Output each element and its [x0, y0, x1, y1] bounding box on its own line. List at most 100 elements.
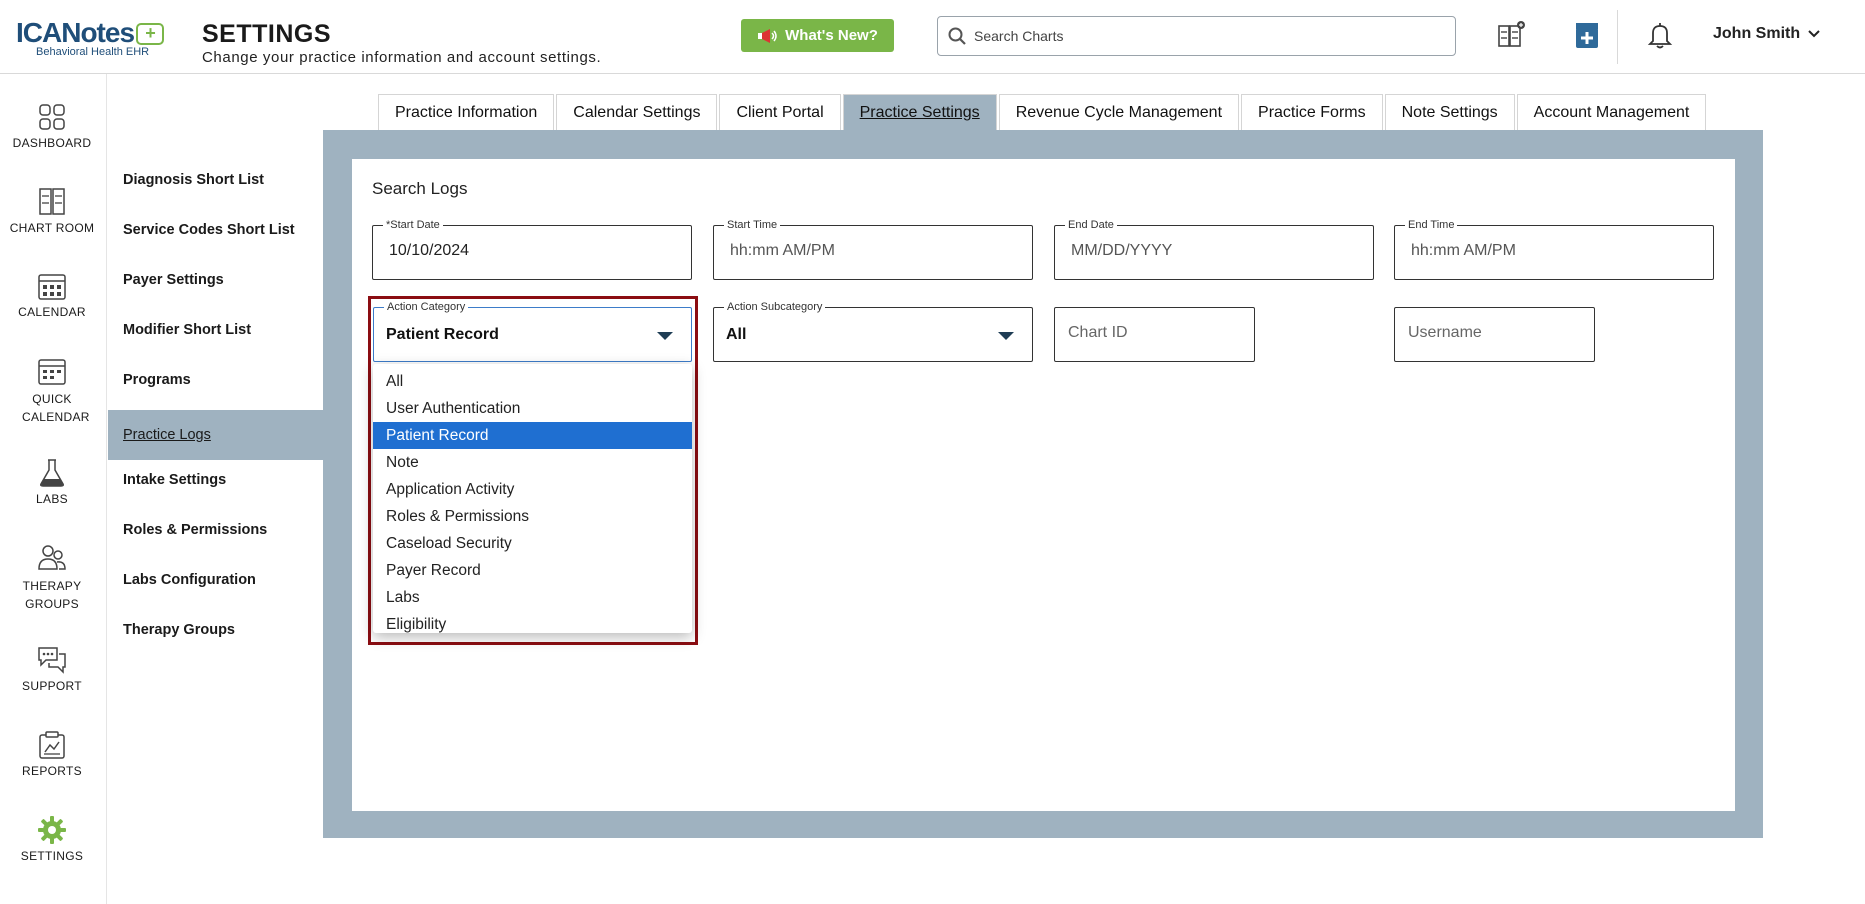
nav-reports[interactable]: REPORTS [0, 730, 104, 778]
nav-therapy-groups[interactable]: THERAPY GROUPS [0, 543, 104, 613]
username-input[interactable] [1408, 324, 1578, 342]
submenu-intake-settings[interactable]: Intake Settings [108, 455, 323, 505]
option-patient-record[interactable]: Patient Record [373, 422, 692, 449]
submenu-practice-logs[interactable]: Practice Logs [108, 410, 323, 460]
submenu-therapy-groups[interactable]: Therapy Groups [108, 605, 323, 655]
action-category-value: Patient Record [386, 326, 499, 343]
calendar-icon [38, 274, 66, 300]
end-time-input[interactable] [1411, 242, 1682, 260]
submenu-programs[interactable]: Programs [108, 355, 323, 405]
whats-new-button[interactable]: What's New? [741, 19, 894, 52]
logo-plus-icon: + [136, 23, 165, 45]
option-all[interactable]: All [373, 368, 692, 395]
option-roles-permissions[interactable]: Roles & Permissions [373, 503, 692, 530]
chart-id-input[interactable] [1068, 324, 1238, 342]
nav-support[interactable]: SUPPORT [0, 645, 104, 693]
whats-new-label: What's New? [785, 27, 878, 44]
start-date-input[interactable] [389, 242, 660, 260]
end-date-input[interactable] [1071, 242, 1342, 260]
app-header: ICANotes + Behavioral Health EHR SETTINGS… [0, 0, 1865, 74]
page-subtitle: Change your practice information and acc… [202, 49, 602, 66]
bell-icon[interactable] [1643, 18, 1677, 52]
submenu-service-codes-short-list[interactable]: Service Codes Short List [108, 205, 323, 255]
submenu-diagnosis-short-list[interactable]: Diagnosis Short List [108, 155, 323, 205]
tab-revenue-cycle-management[interactable]: Revenue Cycle Management [998, 94, 1240, 130]
start-time-input[interactable] [730, 242, 1001, 260]
search-charts-box[interactable] [937, 16, 1456, 56]
user-name: John Smith [1713, 25, 1801, 42]
group-icon [38, 545, 66, 570]
tab-client-portal[interactable]: Client Portal [719, 94, 841, 130]
search-charts-input[interactable] [974, 28, 1434, 44]
nav-label: THERAPY GROUPS [22, 579, 82, 611]
settings-tabs: Practice Information Calendar Settings C… [378, 94, 1708, 130]
megaphone-icon [758, 28, 777, 43]
end-time-field[interactable]: End Time [1394, 219, 1714, 280]
dashboard-icon [39, 104, 65, 130]
option-user-authentication[interactable]: User Authentication [373, 395, 692, 422]
tab-practice-forms[interactable]: Practice Forms [1241, 94, 1383, 130]
nav-dashboard[interactable]: DASHBOARD [0, 102, 104, 150]
app-logo[interactable]: ICANotes + Behavioral Health EHR [16, 18, 176, 60]
nav-quick-calendar[interactable]: QUICK CALENDAR [0, 356, 104, 426]
start-time-field[interactable]: Start Time [713, 219, 1033, 280]
chart-room-icon [39, 188, 65, 215]
option-labs[interactable]: Labs [373, 584, 692, 611]
page-title: SETTINGS [202, 20, 332, 48]
nav-label: QUICK CALENDAR [22, 392, 90, 424]
nav-label: CHART ROOM [9, 221, 95, 235]
start-date-field[interactable]: *Start Date [372, 219, 692, 280]
option-eligibility[interactable]: Eligibility [373, 611, 692, 638]
tab-account-management[interactable]: Account Management [1516, 94, 1707, 130]
nav-label: LABS [36, 492, 68, 506]
tab-practice-information[interactable]: Practice Information [378, 94, 555, 130]
nav-label: SUPPORT [22, 679, 82, 693]
tab-note-settings[interactable]: Note Settings [1384, 94, 1515, 130]
action-category-dropdown: All User Authentication Patient Record N… [373, 364, 692, 633]
nav-label: DASHBOARD [12, 136, 92, 150]
flask-icon [40, 459, 64, 487]
action-category-select[interactable]: Action Category Patient Record [373, 301, 692, 362]
option-payer-record[interactable]: Payer Record [373, 557, 692, 584]
nav-label: REPORTS [22, 764, 82, 778]
dropdown-caret-icon [657, 332, 673, 340]
option-application-activity[interactable]: Application Activity [373, 476, 692, 503]
action-category-label: Action Category [384, 301, 469, 313]
dropdown-caret-icon [998, 332, 1014, 340]
chart-id-field[interactable] [1054, 307, 1255, 362]
username-field[interactable] [1394, 307, 1595, 362]
pharmacy-icon[interactable] [1570, 18, 1604, 52]
submenu-modifier-short-list[interactable]: Modifier Short List [108, 305, 323, 355]
end-date-field[interactable]: End Date [1054, 219, 1374, 280]
nav-chart-room[interactable]: CHART ROOM [0, 187, 104, 235]
option-caseload-security[interactable]: Caseload Security [373, 530, 692, 557]
section-title: Search Logs [372, 179, 468, 198]
left-navigation: DASHBOARD CHART ROOM CALENDAR QUICK CALE… [0, 74, 107, 904]
support-icon [38, 647, 66, 674]
action-subcategory-select[interactable]: Action Subcategory All [713, 301, 1033, 362]
submenu-labs-configuration[interactable]: Labs Configuration [108, 555, 323, 605]
header-divider [1617, 10, 1618, 64]
option-note[interactable]: Note [373, 449, 692, 476]
nav-calendar[interactable]: CALENDAR [0, 271, 104, 319]
chart-add-icon[interactable] [1494, 18, 1528, 52]
nav-label: SETTINGS [20, 849, 84, 863]
gear-icon [38, 816, 66, 844]
logo-text: ICANotes [16, 17, 135, 48]
action-subcategory-value: All [726, 326, 747, 343]
nav-settings[interactable]: SETTINGS [0, 815, 104, 863]
start-time-label: Start Time [724, 219, 781, 231]
end-date-label: End Date [1065, 219, 1117, 231]
chevron-down-icon [1808, 30, 1820, 38]
start-date-label: *Start Date [383, 219, 443, 231]
tab-calendar-settings[interactable]: Calendar Settings [556, 94, 718, 130]
submenu-payer-settings[interactable]: Payer Settings [108, 255, 323, 305]
reports-icon [39, 731, 65, 759]
quick-calendar-icon [38, 359, 66, 385]
action-subcategory-label: Action Subcategory [724, 301, 826, 313]
nav-labs[interactable]: LABS [0, 458, 104, 506]
submenu-roles-permissions[interactable]: Roles & Permissions [108, 505, 323, 555]
end-time-label: End Time [1405, 219, 1458, 231]
tab-practice-settings[interactable]: Practice Settings [842, 94, 997, 130]
user-menu[interactable]: John Smith [1713, 25, 1820, 43]
